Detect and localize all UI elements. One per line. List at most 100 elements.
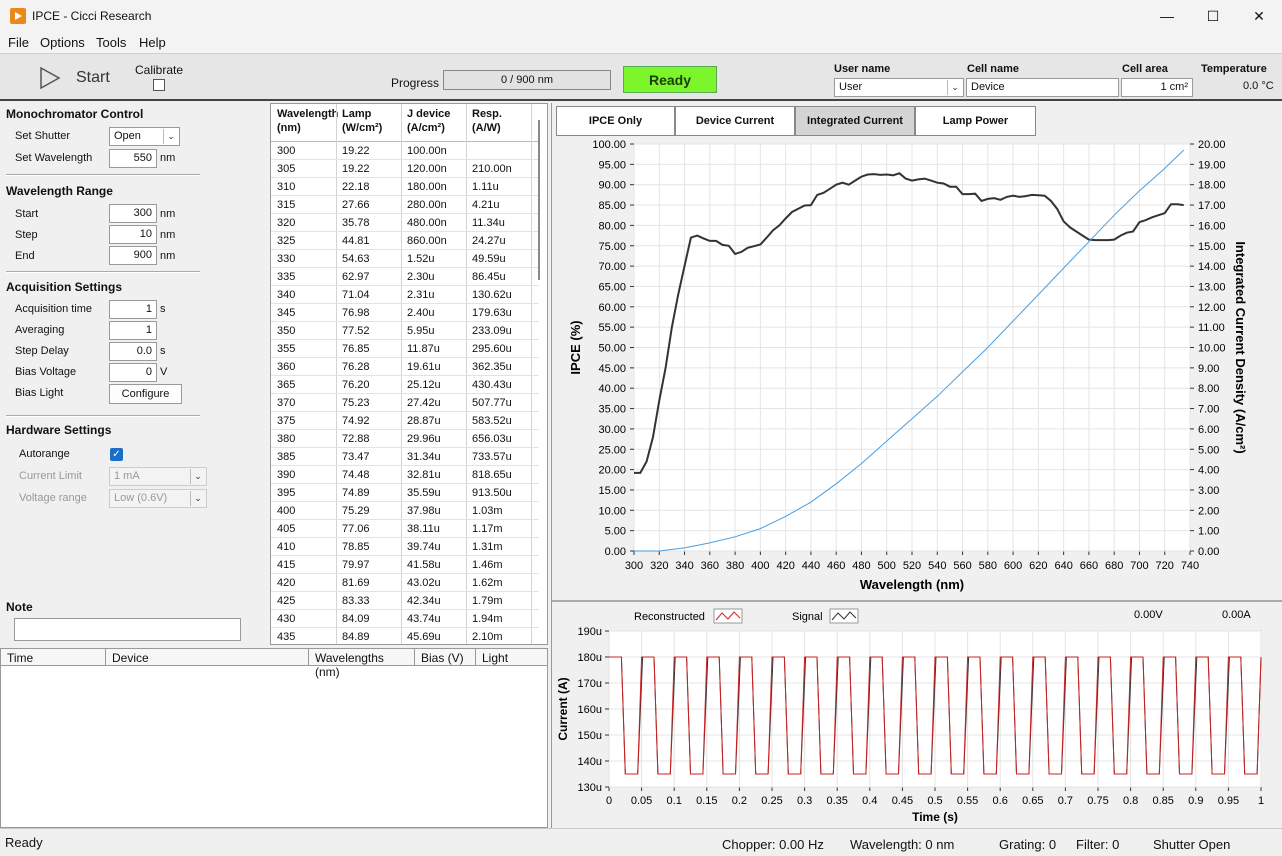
table-row[interactable]: 345 76.98 2.40u 179.63u [271,304,539,322]
table-row[interactable]: 430 84.09 43.74u 1.94m [271,610,539,628]
y2-tick-label: 6.00 [1198,424,1219,436]
tab-device-current[interactable]: Device Current [675,106,795,136]
table-cell: 860.00n [407,235,447,247]
y2-tick-label: 10.00 [1198,343,1226,355]
table-row[interactable]: 420 81.69 43.02u 1.62m [271,574,539,592]
range-end-input[interactable]: 900 [109,246,157,265]
table-cell: 425 [277,595,296,607]
note-input[interactable] [14,618,241,641]
table-cell: 340 [277,289,296,301]
x-tick-label: 560 [953,560,971,572]
calibrate-checkbox[interactable] [153,79,165,91]
table-cell: 120.00n [407,163,447,175]
table-row[interactable]: 325 44.81 860.00n 24.27u [271,232,539,250]
run-log[interactable]: Time Device Wavelengths (nm) Bias (V) Li… [0,648,548,828]
tab-ipce-only[interactable]: IPCE Only [556,106,675,136]
averaging-input[interactable]: 1 [109,321,157,340]
col-wavelength[interactable]: Wavelength (nm) [277,107,338,135]
log-col-wavelengths[interactable]: Wavelengths (nm) [309,649,415,679]
maximize-icon[interactable]: ☐ [1190,0,1236,32]
y2-axis-label: Integrated Current Density (A/cm²) [1233,241,1248,453]
col-lamp[interactable]: Lamp (W/cm²) [342,107,382,135]
table-cell: 29.96u [407,433,441,445]
table-cell: 395 [277,487,296,499]
log-col-light[interactable]: Light [476,649,547,666]
y2-tick-label: 0.00 [1198,546,1219,558]
table-row[interactable]: 365 76.20 25.12u 430.43u [271,376,539,394]
table-cell: 1.52u [407,253,435,265]
table-row[interactable]: 405 77.06 38.11u 1.17m [271,520,539,538]
x-tick-label: 740 [1181,560,1199,572]
log-col-device[interactable]: Device [106,649,309,666]
menu-options[interactable]: Options [40,35,85,50]
set-wavelength-input[interactable]: 550 [109,149,157,168]
range-step-input[interactable]: 10 [109,225,157,244]
autorange-checkbox[interactable]: ✓ [110,448,123,461]
table-cell: 656.03u [472,433,512,445]
table-row[interactable]: 350 77.52 5.95u 233.09u [271,322,539,340]
table-row[interactable]: 315 27.66 280.00n 4.21u [271,196,539,214]
table-row[interactable]: 380 72.88 29.96u 656.03u [271,430,539,448]
y-axis-label: IPCE (%) [568,320,583,374]
range-start-input[interactable]: 300 [109,204,157,223]
data-table[interactable]: Wavelength (nm) Lamp (W/cm²) J device (A/cm… [270,103,548,645]
menu-tools[interactable]: Tools [96,35,126,50]
table-row[interactable]: 385 73.47 31.34u 733.57u [271,448,539,466]
table-row[interactable]: 310 22.18 180.00n 1.11u [271,178,539,196]
table-row[interactable]: 375 74.92 28.87u 583.52u [271,412,539,430]
tab-lamp-power[interactable]: Lamp Power [915,106,1036,136]
table-row[interactable]: 320 35.78 480.00n 11.34u [271,214,539,232]
voltage-range-select[interactable]: Low (0.6V) ⌄ [109,489,207,508]
log-col-bias[interactable]: Bias (V) [415,649,476,666]
menu-file[interactable]: File [8,35,29,50]
table-row[interactable]: 400 75.29 37.98u 1.03m [271,502,539,520]
table-row[interactable]: 330 54.63 1.52u 49.59u [271,250,539,268]
table-row[interactable]: 360 76.28 19.61u 362.35u [271,358,539,376]
table-row[interactable]: 415 79.97 41.58u 1.46m [271,556,539,574]
menu-help[interactable]: Help [139,35,166,50]
divider [6,271,200,273]
chevron-down-icon: ⌄ [947,80,962,95]
step-delay-input[interactable]: 0.0 [109,342,157,361]
table-row[interactable]: 335 62.97 2.30u 86.45u [271,268,539,286]
acq-time-input[interactable]: 1 [109,300,157,319]
start-button[interactable]: Start [36,64,126,92]
table-row[interactable]: 370 75.23 27.42u 507.77u [271,394,539,412]
x-tick-label: 0.8 [1123,795,1138,807]
configure-button[interactable]: Configure [109,384,182,404]
user-name-select[interactable]: User ⌄ [834,78,964,97]
x-tick-label: 0.95 [1218,795,1239,807]
table-row[interactable]: 300 19.22 100.00n [271,142,539,160]
log-col-time[interactable]: Time [1,649,106,666]
shutter-select[interactable]: Open ⌄ [109,127,180,146]
shutter-status: Shutter Open [1153,837,1231,852]
table-row[interactable]: 395 74.89 35.59u 913.50u [271,484,539,502]
x-tick-label: 500 [878,560,896,572]
minimize-icon[interactable]: — [1144,0,1190,32]
table-row[interactable]: 425 83.33 42.34u 1.79m [271,592,539,610]
y-tick-label: 15.00 [598,485,626,497]
col-responsivity[interactable]: Resp. (A/W) [472,107,502,135]
y2-tick-label: 18.00 [1198,180,1226,192]
tab-integrated-current[interactable]: Integrated Current [795,106,915,136]
table-row[interactable]: 305 19.22 120.00n 210.00n [271,160,539,178]
table-cell: 210.00n [472,163,512,175]
cell-name-input[interactable]: Device [966,78,1119,97]
table-row[interactable]: 390 74.48 32.81u 818.65u [271,466,539,484]
close-icon[interactable]: ✕ [1236,0,1282,32]
table-cell: 2.30u [407,271,435,283]
x-tick-label: 540 [928,560,946,572]
table-row[interactable]: 410 78.85 39.74u 1.31m [271,538,539,556]
table-row[interactable]: 340 71.04 2.31u 130.62u [271,286,539,304]
current-limit-select[interactable]: 1 mA ⌄ [109,467,207,486]
bias-voltage-input[interactable]: 0 [109,363,157,382]
table-row[interactable]: 435 84.89 45.69u 2.10m [271,628,539,644]
table-cell: 44.81 [342,235,370,247]
table-scrollbar[interactable] [538,120,540,280]
cell-area-input[interactable]: 1 cm² [1121,78,1193,97]
col-j-device[interactable]: J device (A/cm²) [407,107,450,135]
table-cell: 1.79m [472,595,503,607]
chopper-status: Chopper: 0.00 Hz [722,837,824,852]
table-cell: 360 [277,361,296,373]
table-row[interactable]: 355 76.85 11.87u 295.60u [271,340,539,358]
